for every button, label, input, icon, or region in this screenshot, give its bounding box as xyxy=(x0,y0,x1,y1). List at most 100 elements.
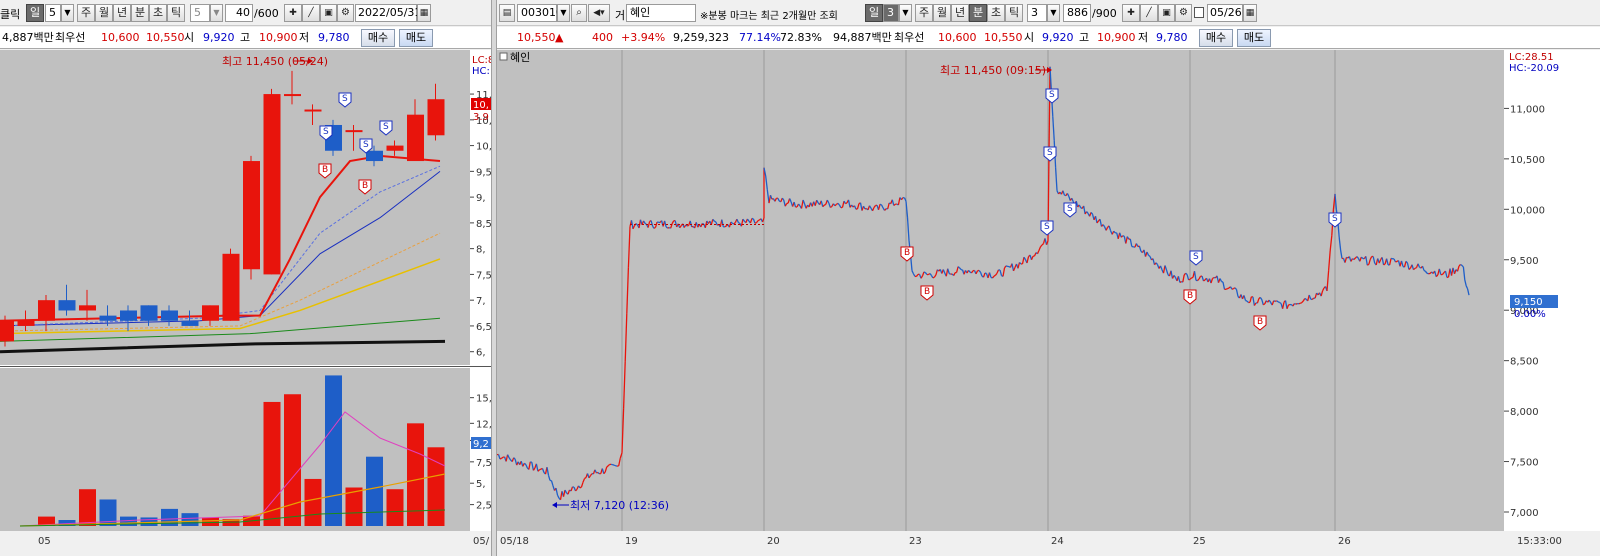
period-tick-button[interactable]: 틱 xyxy=(167,4,185,22)
sell-button[interactable]: 매도 xyxy=(399,29,433,47)
minute-value-select[interactable]: 3 xyxy=(1027,4,1047,22)
minute-dropdown-arrow-icon[interactable]: ▼ xyxy=(1047,4,1060,22)
period-tick-button[interactable]: 틱 xyxy=(1005,4,1023,22)
period-minute-button[interactable]: 분 xyxy=(969,4,987,22)
high-price: 10,900 xyxy=(1097,31,1136,44)
buy-button[interactable]: 매수 xyxy=(1199,29,1233,47)
price-tick-label: 9,5 xyxy=(476,167,491,178)
price-segment xyxy=(786,202,789,205)
market-prefix: 거 xyxy=(615,9,626,22)
calendar-icon[interactable]: ▦ xyxy=(1243,4,1257,22)
date-checkbox[interactable] xyxy=(1194,7,1204,18)
period-week-button[interactable]: 주 xyxy=(915,4,933,22)
speaker-icon[interactable]: ◀▾ xyxy=(588,4,610,22)
price-segment xyxy=(613,464,616,467)
tick-value-select[interactable]: 5 xyxy=(190,4,210,22)
period-year-button[interactable]: 년 xyxy=(113,4,131,22)
sell-signal-icon: S xyxy=(383,122,389,132)
window-menu-icon[interactable]: ▤ xyxy=(499,4,515,22)
count-input[interactable]: 886 xyxy=(1063,4,1091,22)
low-label: 저 xyxy=(299,31,310,44)
period-day-button[interactable]: 일 xyxy=(26,4,44,22)
count-input[interactable]: 40 xyxy=(225,4,253,22)
left-chart-pane: 클릭 일 5 ▼ 주 월 년 분 초 틱 5 ▼ 40 /600 ✚ ╱ ▣ ⚙… xyxy=(0,0,491,556)
price-segment xyxy=(584,477,587,480)
volume-tick-label: 15, xyxy=(476,394,491,405)
right-hc-label: HC:-20.09 xyxy=(1509,63,1559,74)
right-high-annotation: 최고 11,450 (09:15) xyxy=(940,64,1046,77)
price-segment xyxy=(1212,276,1215,280)
price-tick-label: 8, xyxy=(476,245,486,256)
trend-tool-icon[interactable]: ╱ xyxy=(1140,4,1158,22)
search-icon[interactable]: ⌕ xyxy=(571,4,587,22)
volume-bar xyxy=(325,375,342,526)
date-input[interactable]: 05/26 xyxy=(1207,4,1243,22)
period-value-select[interactable]: 3 xyxy=(883,4,899,22)
x-axis-label: 24 xyxy=(1051,536,1064,547)
period-value-select[interactable]: 5 xyxy=(45,4,61,22)
left-daily-chart[interactable]: 11,10,510,9,59,8,58,7,57,6,56,15,12,10,7… xyxy=(0,50,491,556)
tick-dropdown-arrow-icon[interactable]: ▼ xyxy=(210,4,223,22)
buy-button[interactable]: 매수 xyxy=(361,29,395,47)
right-x-axis xyxy=(497,531,1600,556)
period-month-button[interactable]: 월 xyxy=(95,4,113,22)
period-day-button[interactable]: 일 xyxy=(865,4,883,22)
date-input[interactable]: 2022/05/31 xyxy=(355,4,421,22)
price-segment xyxy=(993,274,996,277)
volume-bar xyxy=(263,401,281,526)
candle-body xyxy=(345,130,363,133)
left-price-tag: 10, xyxy=(473,100,489,111)
right-chart-pane: ▤ 003010 ▼ ⌕ ◀▾ 거 혜인 ※분봉 마크는 최근 2개월만 조회 … xyxy=(497,0,1600,556)
trade-volume: 9,259,323 xyxy=(673,31,729,44)
trend-tool-icon[interactable]: ╱ xyxy=(302,4,320,22)
period-dropdown-arrow-icon[interactable]: ▼ xyxy=(61,4,74,22)
price-tick-label: 7, xyxy=(476,296,486,307)
crosshair-tool-icon[interactable]: ✚ xyxy=(1122,4,1140,22)
period-month-button[interactable]: 월 xyxy=(933,4,951,22)
price-segment xyxy=(1262,303,1266,306)
calendar-icon[interactable]: ▦ xyxy=(417,4,431,22)
period-second-button[interactable]: 초 xyxy=(149,4,167,22)
candle-body xyxy=(427,99,445,136)
price-segment xyxy=(1366,263,1370,266)
price-tick-label: 11,000 xyxy=(1510,104,1545,115)
settings-gear-icon[interactable]: ⚙ xyxy=(1175,4,1192,22)
period-year-button[interactable]: 년 xyxy=(951,4,969,22)
x-axis-label: 15:33:00 xyxy=(1517,536,1562,547)
left-chart-svg: 11,10,510,9,59,8,58,7,57,6,56,15,12,10,7… xyxy=(0,50,491,556)
crosshair-tool-icon[interactable]: ✚ xyxy=(284,4,302,22)
price-segment xyxy=(1203,279,1206,282)
save-icon[interactable]: ▣ xyxy=(320,4,337,22)
candle-body xyxy=(366,150,383,162)
count-max-label: /900 xyxy=(1092,7,1117,20)
price-tick-label: 10, xyxy=(476,142,491,153)
x-axis-label: 23 xyxy=(909,536,922,547)
right-minute-chart[interactable]: 05/18 19 20 23 24 25 26 15:33:00 11,000 10,500 10,… xyxy=(497,50,1600,556)
x-axis-label: 19 xyxy=(625,536,638,547)
period-dropdown-arrow-icon[interactable]: ▼ xyxy=(899,4,912,22)
save-icon[interactable]: ▣ xyxy=(1158,4,1175,22)
settings-gear-icon[interactable]: ⚙ xyxy=(337,4,354,22)
x-axis-label: 20 xyxy=(767,536,780,547)
count-max-label: /600 xyxy=(254,7,279,20)
stock-code-input[interactable]: 003010 xyxy=(517,4,563,22)
period-minute-button[interactable]: 분 xyxy=(131,4,149,22)
price-segment xyxy=(1383,263,1386,266)
code-dropdown-arrow-icon[interactable]: ▼ xyxy=(557,4,570,22)
period-second-button[interactable]: 초 xyxy=(987,4,1005,22)
stock-name-field[interactable]: 혜인 xyxy=(626,4,696,22)
price-segment xyxy=(1423,269,1426,272)
candle-body xyxy=(99,315,117,321)
volume-ratio: 77.14% xyxy=(739,31,781,44)
price-segment xyxy=(1005,265,1008,268)
volume-bar xyxy=(181,513,199,526)
price-segment xyxy=(1304,297,1307,300)
sell-button[interactable]: 매도 xyxy=(1237,29,1271,47)
candle-body xyxy=(263,94,281,275)
candle-body xyxy=(386,145,404,151)
period-week-button[interactable]: 주 xyxy=(77,4,95,22)
buy-signal-icon: B xyxy=(924,287,930,297)
candle-body xyxy=(58,300,76,311)
price-segment xyxy=(1231,288,1234,290)
price-tick-label: 9, xyxy=(476,193,486,204)
